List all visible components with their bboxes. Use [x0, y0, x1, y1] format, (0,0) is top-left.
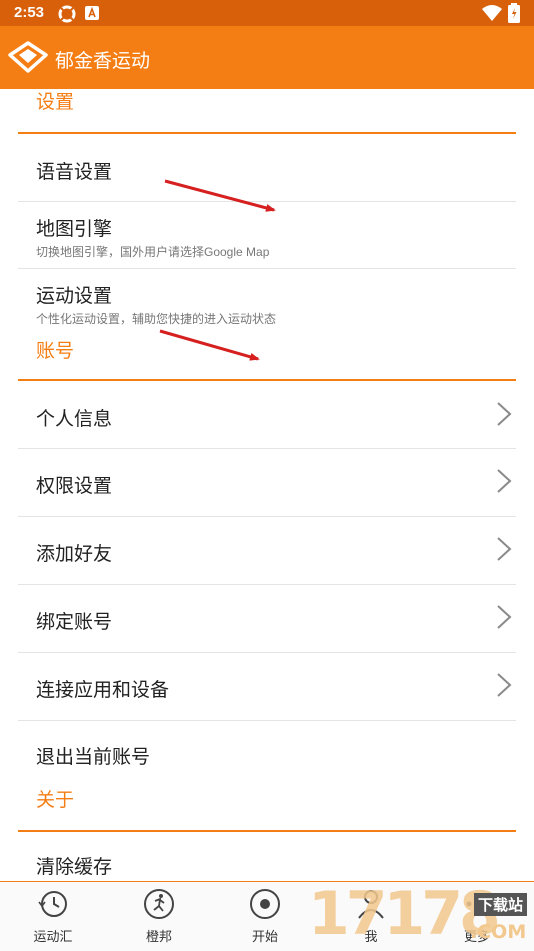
- sync-icon: [58, 5, 76, 27]
- account-item-connect-apps[interactable]: 连接应用和设备: [0, 653, 534, 720]
- nav-label: 橙邦: [145, 929, 172, 944]
- chevron-right-icon: [496, 468, 512, 499]
- item-label: 添加好友: [36, 544, 113, 565]
- section-header-account: 账号: [36, 341, 75, 362]
- record-start-icon: [249, 888, 281, 920]
- account-item-bind-account[interactable]: 绑定账号: [0, 585, 534, 652]
- item-subtitle: 个性化运动设置，辅助您快捷的进入运动状态: [36, 312, 277, 326]
- account-item-logout[interactable]: 退出当前账号: [0, 721, 534, 773]
- nav-tab-sport-hub[interactable]: 运动汇: [0, 882, 106, 951]
- status-bar: 2:53: [0, 0, 534, 26]
- watermark-bottom-text: .COM: [470, 921, 527, 943]
- item-label: 退出当前账号: [36, 747, 151, 768]
- settings-list[interactable]: 设置 语音设置 地图引擎 切换地图引擎，国外用户请选择Google Map 运动…: [0, 89, 534, 881]
- clock-history-icon: [37, 888, 69, 920]
- app-title: 郁金香运动: [55, 51, 151, 72]
- section-header-about: 关于: [36, 790, 75, 811]
- nav-tab-start[interactable]: 开始: [212, 882, 318, 951]
- item-subtitle: 切换地图引擎，国外用户请选择Google Map: [36, 245, 270, 259]
- site-watermark: 17178 下载站 .COM: [308, 879, 534, 950]
- battery-icon: [508, 3, 520, 27]
- chevron-right-icon: [496, 604, 512, 635]
- account-item-personal-info[interactable]: 个人信息: [0, 381, 534, 448]
- chevron-right-icon: [496, 536, 512, 567]
- item-label: 运动设置: [36, 286, 113, 307]
- item-label: 连接应用和设备: [36, 680, 170, 701]
- app-bar: 郁金香运动: [0, 26, 534, 89]
- wifi-icon: [482, 5, 502, 25]
- chevron-right-icon: [496, 401, 512, 432]
- nav-label: 运动汇: [33, 929, 73, 944]
- item-label: 语音设置: [36, 162, 113, 183]
- item-label: 清除缓存: [36, 857, 113, 878]
- watermark-top-text: 下载站: [474, 893, 528, 916]
- about-item-clear-cache[interactable]: 清除缓存: [0, 832, 534, 881]
- nav-label: 开始: [251, 929, 278, 944]
- account-item-permissions[interactable]: 权限设置: [0, 449, 534, 516]
- item-label: 个人信息: [36, 409, 113, 430]
- item-label: 权限设置: [36, 476, 113, 497]
- watermark-digits: 17178: [308, 879, 501, 949]
- nav-tab-chengbang[interactable]: 橙邦: [106, 882, 212, 951]
- item-label: 地图引擎: [36, 219, 113, 240]
- section-divider: [18, 132, 516, 134]
- status-time: 2:53: [14, 4, 45, 21]
- runner-icon: [143, 888, 175, 920]
- item-label: 绑定账号: [36, 612, 113, 633]
- settings-item-map-engine[interactable]: 地图引擎 切换地图引擎，国外用户请选择Google Map: [0, 202, 534, 268]
- settings-item-sport[interactable]: 运动设置 个性化运动设置，辅助您快捷的进入运动状态: [0, 269, 534, 335]
- settings-item-voice[interactable]: 语音设置: [0, 135, 534, 201]
- account-item-add-friend[interactable]: 添加好友: [0, 517, 534, 584]
- a-badge-icon: [85, 5, 99, 25]
- chevron-right-icon: [496, 672, 512, 703]
- tulip-diamond-logo-icon: [8, 40, 48, 79]
- section-header-settings: 设置: [36, 92, 75, 113]
